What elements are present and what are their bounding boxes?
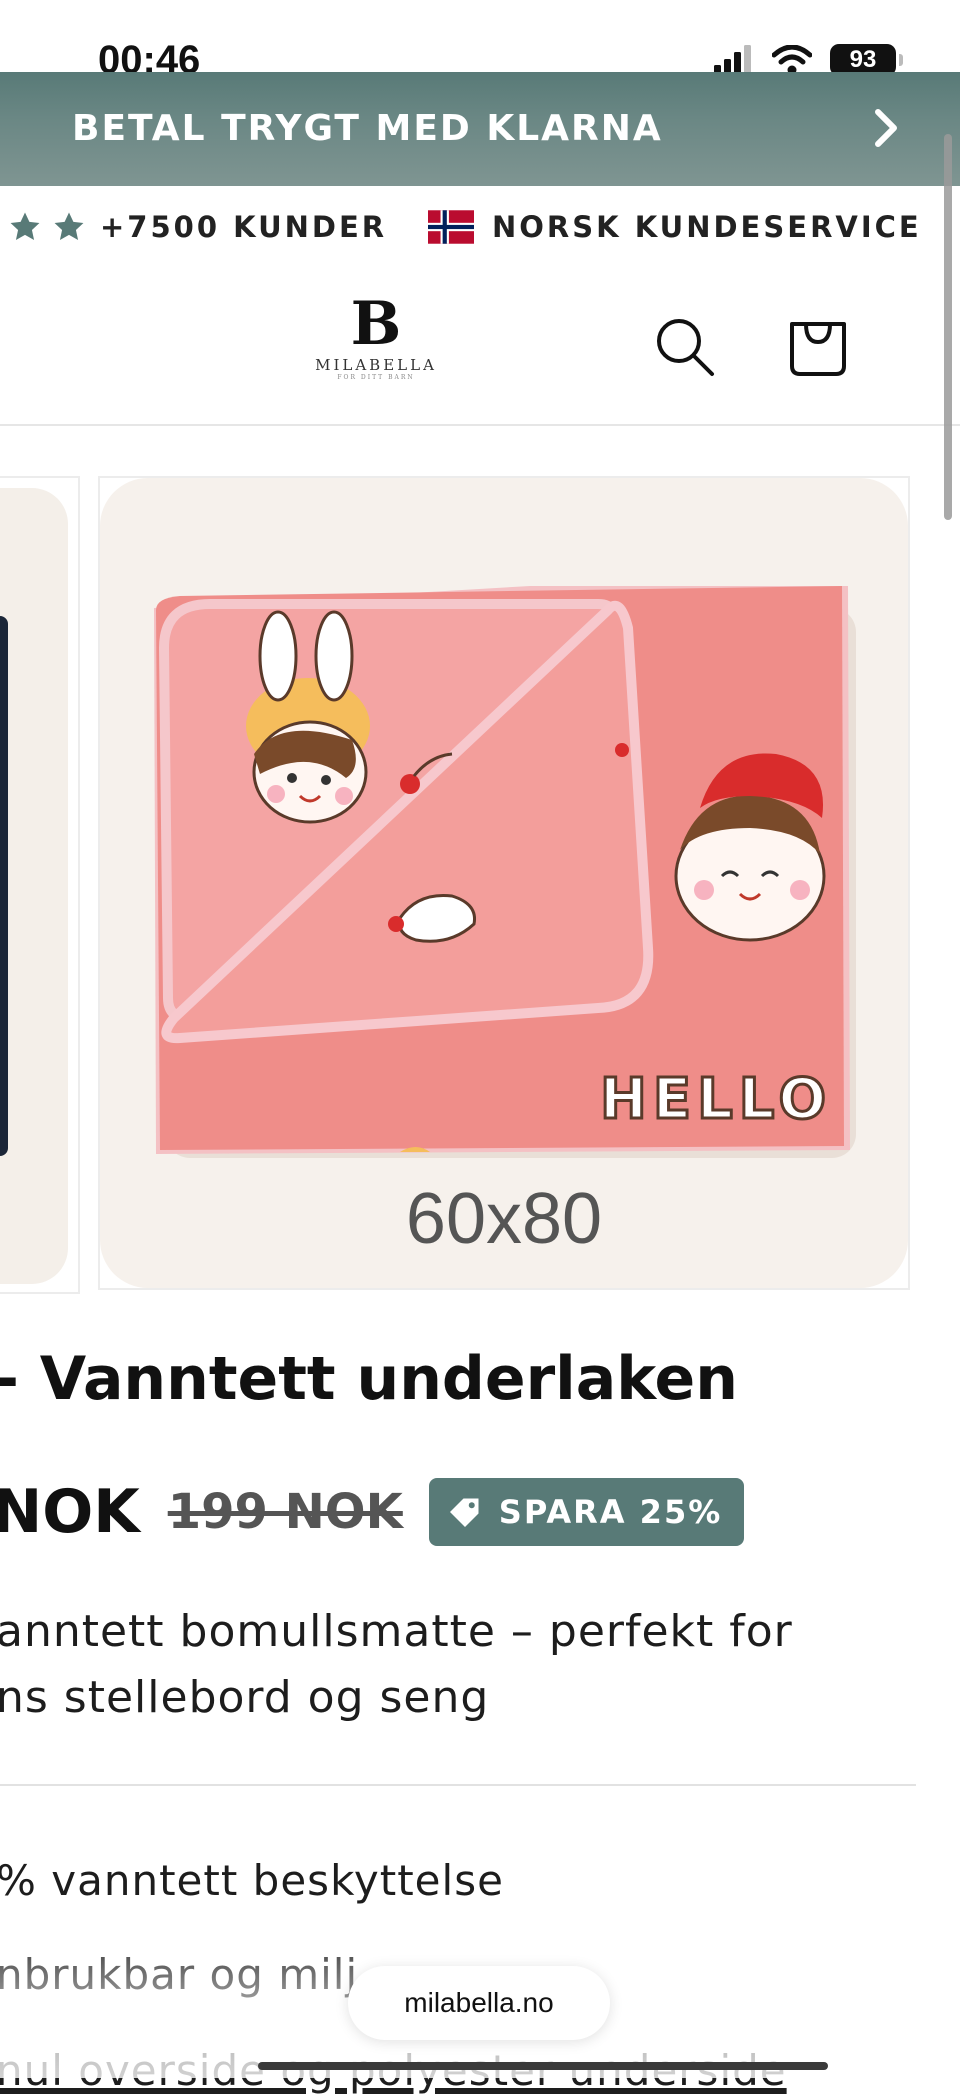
browser-address-bar[interactable]: milabella.no xyxy=(348,1966,610,2040)
status-bar: 00:46 93 xyxy=(0,0,960,82)
star-icon xyxy=(54,212,84,241)
section-divider xyxy=(0,1784,916,1786)
customers-badge: +7500 KUNDER xyxy=(8,210,387,244)
site-header: B MILABELLA FOR DITT BARN xyxy=(0,268,960,426)
gallery-thumbnail-previous[interactable] xyxy=(0,476,80,1294)
size-label: 60x80 xyxy=(405,1179,603,1259)
page-scrollbar[interactable] xyxy=(944,134,952,520)
logo-name: MILABELLA xyxy=(315,356,437,374)
description-line: anntett bomullsmatte – perfekt for xyxy=(0,1606,793,1657)
star-icon xyxy=(10,212,40,241)
trust-bar: +7500 KUNDER NORSK KUNDESERVICE xyxy=(0,190,960,266)
customers-count: +7500 KUNDER xyxy=(100,210,388,244)
feature-item: % vanntett beskyttelse xyxy=(0,1856,504,1905)
price-row: NOK 199 NOK SPARA 25% xyxy=(0,1476,745,1548)
chevron-right-icon[interactable] xyxy=(866,102,906,154)
changing-mat-illustration: HELLO xyxy=(100,478,908,1288)
wifi-icon xyxy=(772,45,812,75)
feature-item: nbrukbar og milj xyxy=(0,1950,359,1999)
previous-product-image xyxy=(0,488,68,1284)
customer-service-badge: NORSK KUNDESERVICE xyxy=(428,210,922,244)
product-gallery[interactable]: HELLO 60x80 xyxy=(0,476,960,1294)
address-url: milabella.no xyxy=(404,1987,554,2018)
home-indicator[interactable] xyxy=(258,2062,828,2070)
previous-product-mat xyxy=(0,616,8,1156)
logo-tagline: FOR DITT BARN xyxy=(337,374,415,381)
milabella-logo[interactable]: B MILABELLA FOR DITT BARN xyxy=(306,292,446,402)
discount-badge: SPARA 25% xyxy=(428,1478,745,1546)
sale-price: NOK xyxy=(0,1477,140,1547)
compare-price: 199 NOK xyxy=(167,1484,403,1540)
feature-item: nul overside og polyester underside xyxy=(0,2046,787,2095)
mat-print-text: HELLO xyxy=(600,1067,832,1132)
cart-icon[interactable] xyxy=(786,314,850,378)
description-line: ns stellebord og seng xyxy=(0,1672,490,1723)
battery-level: 93 xyxy=(849,46,877,73)
promo-banner[interactable]: BETAL TRYGT MED KLARNA xyxy=(0,72,960,186)
product-image: HELLO 60x80 xyxy=(100,478,908,1288)
customer-service-label: NORSK KUNDESERVICE xyxy=(492,210,922,244)
promo-banner-text: BETAL TRYGT MED KLARNA xyxy=(72,108,663,149)
discount-label: SPARA 25% xyxy=(498,1493,723,1531)
price-tag-icon xyxy=(449,1498,479,1527)
norway-flag-icon xyxy=(428,210,474,244)
gallery-main-slide[interactable]: HELLO 60x80 xyxy=(98,476,910,1290)
product-title: - Vanntett underlaken xyxy=(0,1344,738,1414)
cellular-signal-icon xyxy=(714,45,751,75)
search-icon[interactable] xyxy=(652,314,716,378)
logo-letter: B xyxy=(350,289,402,359)
